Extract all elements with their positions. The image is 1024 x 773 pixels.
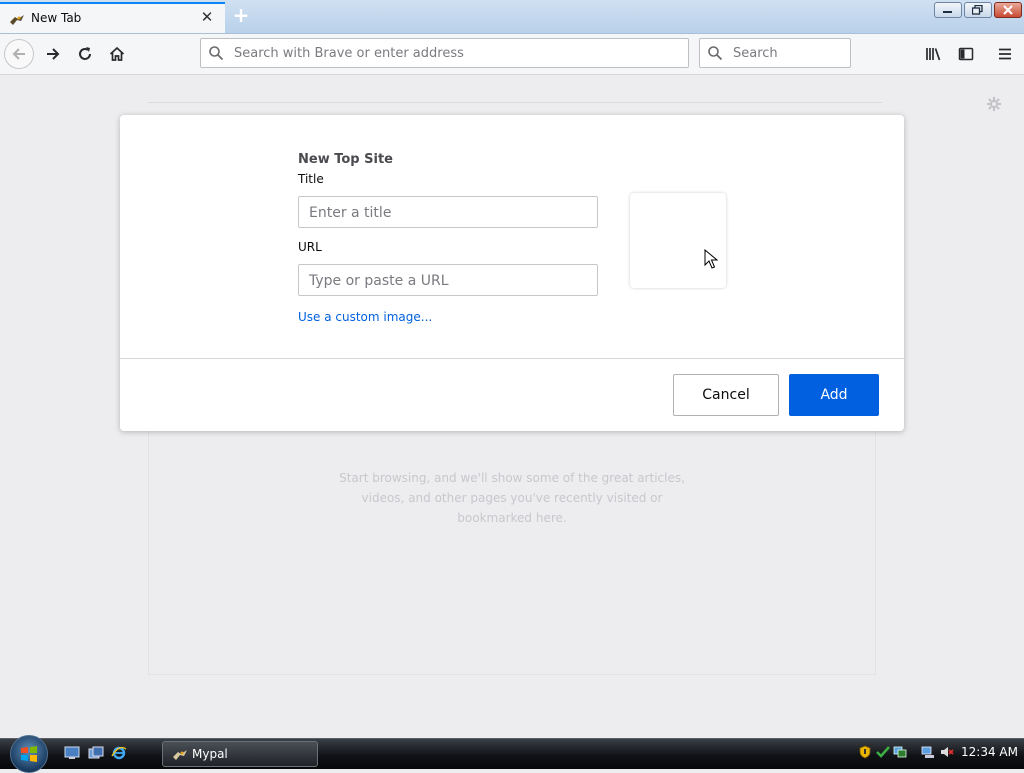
tab-new-tab[interactable]: New Tab ✕ xyxy=(0,2,225,33)
close-window-button[interactable] xyxy=(994,2,1022,18)
hamburger-menu-icon xyxy=(999,48,1011,60)
volume-muted-icon[interactable] xyxy=(940,745,954,759)
show-desktop-icon[interactable] xyxy=(64,746,80,760)
reload-icon xyxy=(79,47,91,60)
forward-button[interactable] xyxy=(38,39,68,69)
home-icon xyxy=(109,46,125,61)
tab-title: New Tab xyxy=(31,11,82,25)
new-top-site-dialog: New Top Site Title URL Use a custom imag… xyxy=(120,115,904,431)
mouse-cursor-icon xyxy=(704,249,718,269)
dialog-divider xyxy=(120,358,904,359)
cancel-button[interactable]: Cancel xyxy=(673,374,779,416)
highlights-empty-message: Start browsing, and we'll show some of t… xyxy=(339,471,685,525)
menu-button[interactable] xyxy=(990,39,1020,69)
url-label: URL xyxy=(298,240,322,254)
taskbar: Mypal 12:34 AM xyxy=(0,735,1024,773)
dialog-title: New Top Site xyxy=(298,152,393,167)
sidebar-icon xyxy=(958,47,974,61)
back-arrow-icon xyxy=(12,48,25,60)
switch-windows-icon[interactable] xyxy=(88,746,104,760)
restore-button[interactable] xyxy=(964,2,992,18)
address-bar[interactable] xyxy=(200,38,689,68)
search-input[interactable] xyxy=(731,45,845,62)
title-field[interactable] xyxy=(298,196,598,229)
taskbar-item-mypal[interactable]: Mypal xyxy=(162,741,318,767)
new-tab-button[interactable]: + xyxy=(232,5,250,25)
title-input[interactable] xyxy=(307,197,591,229)
top-sites-divider xyxy=(148,102,882,103)
library-button[interactable] xyxy=(919,39,949,69)
back-button[interactable] xyxy=(4,39,34,69)
forward-arrow-icon xyxy=(47,48,60,60)
title-label: Title xyxy=(298,172,324,186)
network-connection-icon[interactable] xyxy=(921,745,935,759)
library-icon xyxy=(926,48,941,61)
mypal-icon xyxy=(173,750,187,760)
sidebar-toggle-button[interactable] xyxy=(951,39,981,69)
reload-button[interactable] xyxy=(70,39,100,69)
address-input[interactable] xyxy=(232,45,676,62)
gear-icon[interactable] xyxy=(986,96,1002,112)
title-bar: New Tab ✕ + xyxy=(0,0,1024,34)
navigation-toolbar xyxy=(0,34,1024,75)
mypal-icon xyxy=(9,12,25,26)
taskbar-item-label: Mypal xyxy=(192,747,228,761)
search-icon xyxy=(708,46,723,61)
close-tab-icon[interactable]: ✕ xyxy=(199,9,215,25)
add-button[interactable]: Add xyxy=(789,374,879,416)
antivirus-check-icon[interactable] xyxy=(876,745,890,759)
start-button[interactable] xyxy=(10,735,48,773)
search-bar[interactable] xyxy=(699,38,851,68)
taskbar-clock[interactable]: 12:34 AM xyxy=(961,745,1018,759)
network-status-icon[interactable] xyxy=(893,745,907,759)
tile-preview xyxy=(630,193,726,288)
security-shield-icon[interactable] xyxy=(858,745,872,759)
minimize-button[interactable] xyxy=(934,2,962,18)
internet-explorer-icon[interactable] xyxy=(111,746,127,760)
highlights-section xyxy=(148,425,876,675)
home-button[interactable] xyxy=(102,39,132,69)
custom-image-link[interactable]: Use a custom image... xyxy=(298,310,432,324)
url-input[interactable] xyxy=(307,265,591,297)
search-icon xyxy=(209,46,224,61)
windows-logo-icon xyxy=(21,746,37,762)
url-field[interactable] xyxy=(298,264,598,297)
